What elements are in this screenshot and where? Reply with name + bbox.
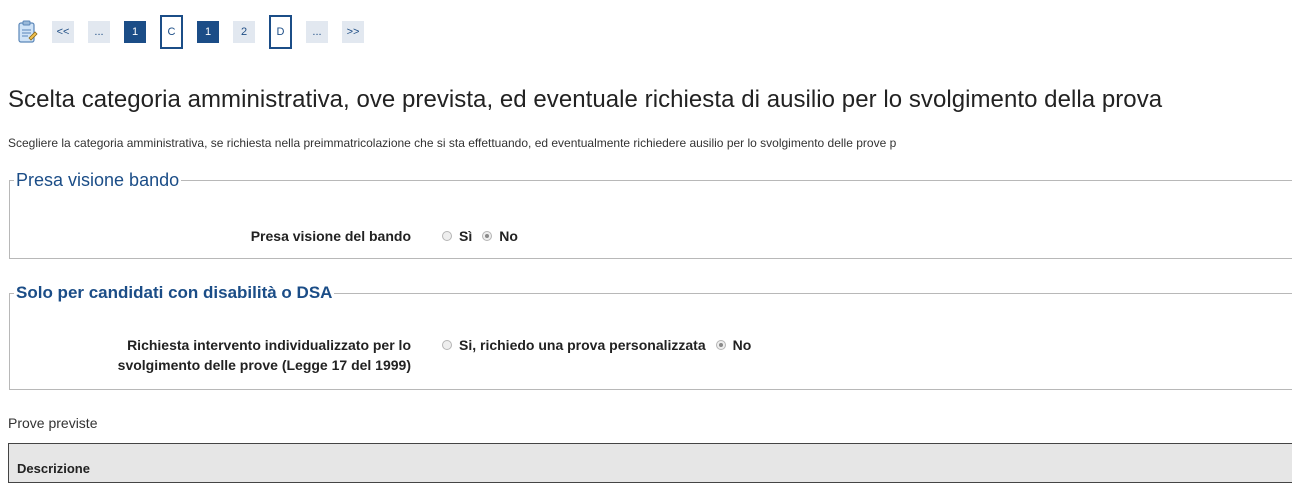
step-1-button[interactable]: 1 [124, 21, 146, 43]
disabilita-fieldset: Solo per candidati con disabilità o DSA … [9, 283, 1292, 390]
step-1-active-button[interactable]: 1 [197, 21, 219, 43]
step-2-button[interactable]: 2 [233, 21, 255, 43]
page-description: Scegliere la categoria amministrativa, s… [8, 136, 897, 150]
bando-legend: Presa visione bando [16, 170, 180, 190]
disabilita-options: Si, richiedo una prova personalizzata No [442, 335, 761, 355]
disabilita-no-label[interactable]: No [733, 335, 752, 355]
disabilita-no-radio[interactable] [715, 340, 726, 350]
disabilita-label: Richiesta intervento individualizzato pe… [10, 335, 411, 375]
bando-si-label[interactable]: Sì [459, 226, 472, 246]
step-navigation: << ... 1 C 1 2 D ... >> [16, 15, 378, 49]
bando-no-label[interactable]: No [499, 226, 518, 246]
disabilita-label-line2: svolgimento delle prove (Legge 17 del 19… [117, 357, 411, 373]
step-first-button[interactable]: << [52, 21, 74, 43]
table-header-descrizione: Descrizione [17, 461, 90, 476]
bando-si-radio[interactable] [442, 231, 452, 241]
bando-options: Sì No [442, 226, 528, 246]
page-title: Scelta categoria amministrativa, ove pre… [8, 86, 1163, 113]
disabilita-legend: Solo per candidati con disabilità o DSA [16, 283, 333, 302]
disabilita-label-line1: Richiesta intervento individualizzato pe… [127, 337, 411, 353]
bando-label: Presa visione del bando [250, 228, 411, 244]
step-last-button[interactable]: >> [342, 21, 364, 43]
step-d-button[interactable]: D [269, 15, 292, 49]
step-prev-ellipsis[interactable]: ... [88, 21, 110, 43]
bando-fieldset: Presa visione bando Presa visione del ba… [9, 170, 1292, 259]
step-c-button[interactable]: C [160, 15, 183, 49]
personalizzata-label[interactable]: Si, richiedo una prova personalizzata [459, 335, 706, 355]
prove-table-header: Descrizione [8, 443, 1292, 483]
bando-no-radio[interactable] [482, 231, 493, 241]
personalizzata-radio[interactable] [442, 340, 452, 350]
step-next-ellipsis[interactable]: ... [306, 21, 328, 43]
prove-label: Prove previste [8, 415, 98, 431]
clipboard-icon [16, 20, 38, 44]
